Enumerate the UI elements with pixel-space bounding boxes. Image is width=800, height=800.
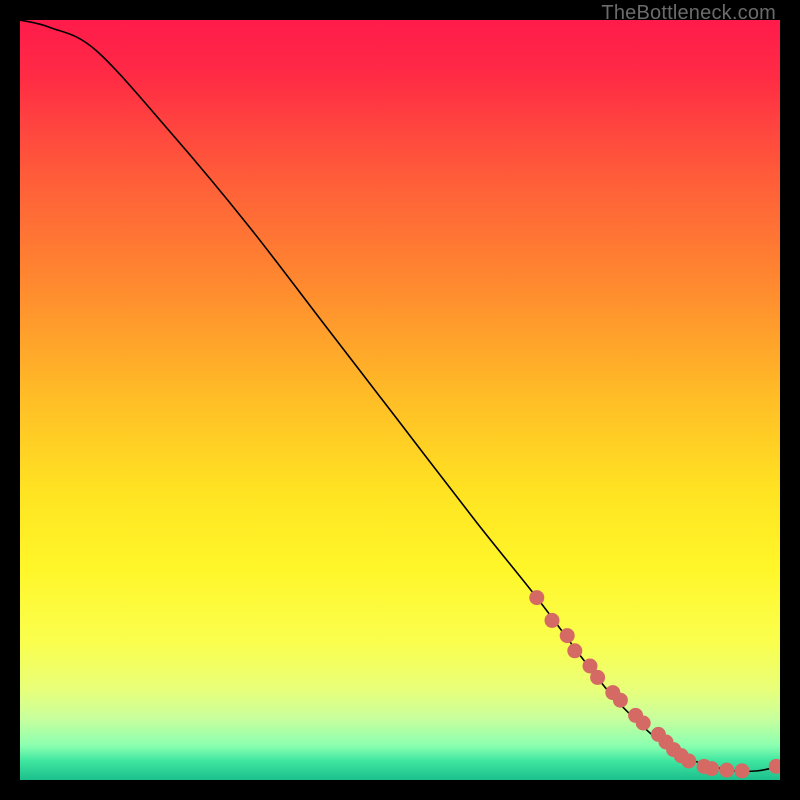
data-point — [613, 693, 628, 708]
data-point — [704, 761, 719, 776]
data-point — [560, 628, 575, 643]
data-point — [529, 590, 544, 605]
chart-plot — [20, 20, 780, 780]
gradient-background — [20, 20, 780, 780]
data-point — [735, 763, 750, 778]
data-point — [636, 716, 651, 731]
data-point — [590, 670, 605, 685]
data-point — [719, 763, 734, 778]
data-point — [545, 613, 560, 628]
data-point — [681, 754, 696, 769]
data-point — [567, 643, 582, 658]
attribution-text: TheBottleneck.com — [601, 2, 776, 25]
